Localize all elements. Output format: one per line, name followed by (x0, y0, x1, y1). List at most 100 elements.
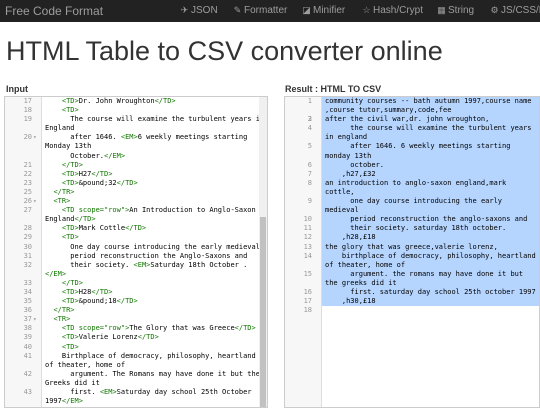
input-line: 28 <TD>Mark Cottle</TD> (24, 224, 267, 233)
result-line: 3 after the civil war,dr. john wroughton, (308, 115, 539, 125)
line-text: argument. The Romans may have done it bu… (45, 369, 260, 387)
fold-arrow-icon[interactable]: ▾ (33, 197, 37, 206)
input-scrollbar[interactable] (259, 97, 267, 407)
line-number: 4 (307, 124, 312, 133)
nav-hash-crypt[interactable]: ☆ Hash/Crypt (362, 5, 423, 16)
line-number: 27 (23, 206, 32, 215)
line-text: </TD> (61, 160, 83, 169)
input-line: 36 </TR> (24, 306, 267, 315)
page-title: HTML Table to CSV converter online (6, 36, 443, 66)
line-number: 33 (23, 278, 32, 287)
input-line: 22 <TD>H27</TD> (24, 169, 267, 179)
input-line: 40 <TD> (24, 342, 267, 352)
result-line: 7 ,h27,£32 (308, 169, 539, 179)
result-label: Result : HTML TO CSV (285, 84, 382, 94)
line-number: 7 (307, 169, 312, 178)
input-code-area[interactable]: 17 <TD>Dr. John Wroughton</TD> 18 <TD> 19 … (24, 97, 267, 407)
line-number: 39 (23, 333, 32, 342)
line-number: 43 (23, 388, 32, 396)
result-line: 15 argument. the romans may have done it… (304, 269, 539, 288)
result-line: 1 community courses -- bath autumn 1997,c… (308, 97, 539, 116)
input-line: 21 </TD> (24, 160, 267, 170)
line-number: 35 (23, 297, 32, 306)
input-line: 32 their society. <EM>Saturday 18th Octo… (24, 261, 267, 279)
input-line: 18 <TD> (24, 106, 267, 115)
input-line: 42 argument. The Romans may have done it… (24, 369, 267, 388)
brand-link[interactable]: Free Code Format (5, 4, 103, 18)
line-text: <TD>Valerie Lorenz</TD> (61, 333, 159, 342)
input-line: 31 period reconstruction the Anglo-Saxon… (24, 252, 267, 261)
result-editor[interactable]: 1 community courses -- bath autumn 1997,c… (284, 96, 540, 408)
js-icon: ✈ (180, 5, 189, 15)
line-number: 8 (307, 178, 312, 187)
input-scrollbar-thumb[interactable] (260, 217, 266, 407)
line-text: <TD> (61, 233, 79, 242)
result-line: 10 period reconstruction the anglo-saxon… (304, 215, 539, 225)
star-icon: ☆ (362, 5, 371, 15)
line-text: <TR> (53, 315, 71, 324)
line-text: ,h28,£18 (322, 233, 539, 243)
line-number: 17 (23, 97, 32, 105)
input-line: 25 </TR> (24, 188, 267, 197)
line-number: 19 (23, 115, 32, 124)
line-number: 3 (307, 115, 312, 124)
compress-icon: ◪ (302, 5, 311, 15)
line-text: </TD> (61, 278, 83, 287)
nav-json[interactable]: ✈ JSON (180, 5, 218, 16)
line-number: 41 (23, 351, 32, 360)
line-number: 36 (23, 306, 32, 315)
line-number: 30 (23, 242, 32, 251)
line-number: 14 (303, 251, 312, 260)
fold-arrow-icon[interactable]: ▾ (33, 133, 37, 142)
line-text: <TD>Dr. John Wroughton</TD> (61, 97, 176, 105)
line-text: community courses -- bath autumn 1997,co… (322, 97, 539, 116)
line-text: <TD>H27</TD> (61, 169, 113, 178)
line-text: one day course introducing the early med… (322, 197, 539, 216)
line-text: ,h27,£32 (322, 169, 539, 179)
line-number: 38 (23, 324, 32, 333)
line-text: Birthplace of democracy, philosophy, hea… (45, 351, 260, 369)
input-line: 43 first. <EM>Saturday day school 25th O… (24, 388, 267, 406)
wrench-icon: ✎ (233, 5, 242, 15)
nav-string[interactable]: ▦ String (437, 5, 474, 16)
input-line: 37 ▾ <TR> (24, 315, 267, 324)
input-label: Input (6, 84, 28, 94)
result-line: 6 october. (308, 160, 539, 170)
line-number: 10 (303, 215, 312, 224)
input-line: 33 </TD> (24, 278, 267, 288)
gear-icon: ⚙ (490, 5, 499, 15)
line-text: <TD> (61, 106, 79, 115)
line-text: <TD>Mark Cottle</TD> (61, 224, 147, 233)
result-code-area[interactable]: 1 community courses -- bath autumn 1997,c… (304, 97, 539, 407)
line-text: their society. saturday 18th october. (322, 224, 539, 234)
line-number: 18 (23, 106, 32, 115)
line-number: 29 (23, 233, 32, 242)
line-text: <TD>H28</TD> (61, 287, 113, 296)
line-number: 37 (23, 315, 32, 324)
input-line: 27 <TD scope="row">An Introduction to An… (24, 206, 267, 224)
line-number: 1 (307, 97, 312, 105)
line-number: 13 (303, 242, 312, 251)
line-number: 15 (303, 269, 312, 278)
line-number: 16 (303, 287, 312, 296)
result-line: 5 after 1646. 6 weekly meetings starting… (308, 142, 539, 161)
result-line: 13 the glory that was greece,valerie lore… (304, 242, 539, 252)
result-line: 8 an introduction to anglo-saxon england,… (308, 178, 539, 198)
line-text: first. saturday day school 25th october … (322, 287, 539, 298)
nav-js-css-html[interactable]: ⚙JS/CSS/H (490, 5, 540, 16)
line-text: argument. the romans may have done it bu… (322, 269, 539, 288)
line-text: <TD> (61, 342, 79, 351)
line-text: <TR> (53, 197, 71, 206)
line-text: after the civil war,dr. john wroughton, (322, 115, 539, 125)
line-number: 18 (303, 306, 312, 315)
line-number: 9 (307, 197, 312, 206)
line-number: 40 (23, 342, 32, 351)
fold-arrow-icon[interactable]: ▾ (33, 315, 37, 324)
nav-minifier[interactable]: ◪ Minifier (302, 5, 345, 16)
line-number: 25 (23, 187, 32, 196)
nav-formatter[interactable]: ✎ Formatter (233, 5, 288, 16)
input-editor[interactable]: 17 <TD>Dr. John Wroughton</TD> 18 <TD> 19 … (4, 96, 268, 408)
line-number: 34 (23, 287, 32, 296)
line-number: 32 (23, 260, 32, 269)
result-line: 14 birthplace of democracy, philosophy, … (304, 251, 539, 270)
